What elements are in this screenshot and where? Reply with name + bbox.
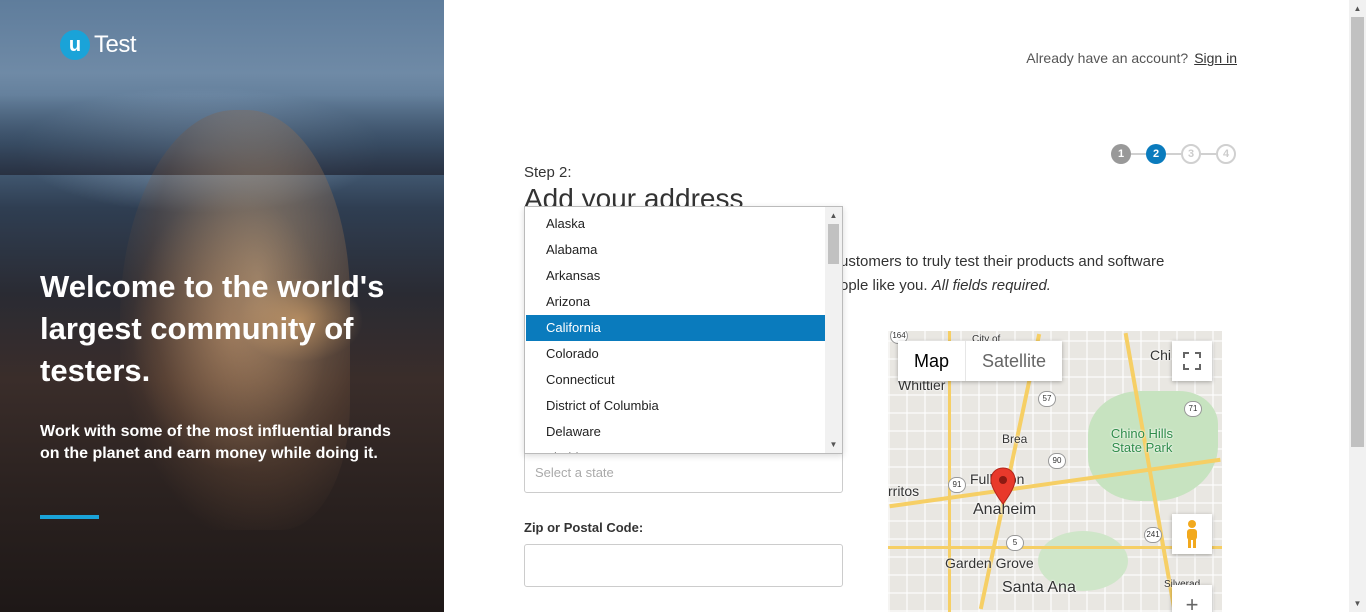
state-option[interactable]: Alaska xyxy=(526,211,826,237)
state-option[interactable]: Colorado xyxy=(526,341,826,367)
map-label-chino-hills: Chino Hills State Park xyxy=(1110,426,1174,455)
step-1: 1 xyxy=(1111,144,1131,164)
route-shield: 5 xyxy=(1006,535,1024,551)
location-pin-icon xyxy=(990,467,1016,505)
map-label-brea: Brea xyxy=(1002,432,1028,446)
utest-logo[interactable]: u Test xyxy=(60,30,137,60)
state-option[interactable]: California xyxy=(526,315,826,341)
map-type-control: Map Satellite xyxy=(898,341,1063,381)
state-option[interactable]: Florida xyxy=(526,445,826,453)
step-4: 4 xyxy=(1216,144,1236,164)
step-connector xyxy=(1131,153,1146,155)
page-scroll-down-icon[interactable]: ▼ xyxy=(1349,595,1366,612)
step-connector xyxy=(1201,153,1216,155)
fullscreen-icon[interactable] xyxy=(1172,341,1212,381)
step-2: 2 xyxy=(1146,144,1166,164)
intro-line-2-text: ople like you. xyxy=(840,277,928,294)
map-label-santa-ana: Santa Ana xyxy=(1002,579,1076,596)
signin-prompt: Already have an account? Sign in xyxy=(1026,50,1237,66)
logo-word: Test xyxy=(94,31,137,58)
state-option[interactable]: Delaware xyxy=(526,419,826,445)
map-type-map-button[interactable]: Map xyxy=(898,341,965,381)
step-label: Step 2: xyxy=(524,164,572,181)
map-label-garden-grove: Garden Grove xyxy=(945,555,1034,571)
state-option[interactable]: Connecticut xyxy=(526,367,826,393)
state-options: Alaska Alabama Arkansas Arizona California Co… xyxy=(526,211,826,453)
zoom-in-icon[interactable]: + xyxy=(1172,585,1212,612)
state-dropdown-list[interactable]: Alaska Alabama Arkansas Arizona California Co… xyxy=(524,206,843,454)
route-shield: 71 xyxy=(1184,401,1202,417)
dropdown-scrollbar[interactable]: ▲ ▼ xyxy=(825,207,842,453)
hero-accent-rule xyxy=(40,515,99,519)
signin-text: Already have an account? xyxy=(1026,50,1189,66)
state-option[interactable]: District of Columbia xyxy=(526,393,826,419)
hero-panel: u Test Welcome to the world's largest co… xyxy=(0,0,444,612)
map-label-chino: Chi xyxy=(1150,347,1172,363)
route-shield: 91 xyxy=(948,477,966,493)
route-shield: 90 xyxy=(1048,453,1066,469)
intro-required-note: All fields required. xyxy=(931,277,1051,294)
dropdown-scroll-thumb[interactable] xyxy=(828,224,839,264)
map-type-satellite-button[interactable]: Satellite xyxy=(965,341,1062,381)
hero-title: Welcome to the world's largest community… xyxy=(40,269,385,388)
map-label-cerritos: rritos xyxy=(888,483,920,499)
signin-link[interactable]: Sign in xyxy=(1194,50,1237,66)
route-shield: 57 xyxy=(1038,391,1056,407)
zip-field[interactable] xyxy=(524,544,843,587)
scroll-down-icon[interactable]: ▼ xyxy=(825,436,842,453)
route-shield: 241 xyxy=(1144,527,1162,543)
step-3: 3 xyxy=(1181,144,1201,164)
address-map[interactable]: Whittier Brea Chino Hills State Park Chi… xyxy=(888,331,1222,612)
street-view-pegman-icon[interactable] xyxy=(1172,514,1212,554)
state-option[interactable]: Arizona xyxy=(526,289,826,315)
step-indicator: 1 2 3 4 xyxy=(1111,144,1236,164)
state-select[interactable]: Select a state xyxy=(524,452,843,493)
page-scroll-up-icon[interactable]: ▲ xyxy=(1349,0,1366,17)
hero-subtitle: Work with some of the most influential b… xyxy=(40,423,391,462)
page-scroll-thumb[interactable] xyxy=(1351,17,1364,447)
page-scrollbar[interactable]: ▲ ▼ xyxy=(1349,0,1366,612)
state-option[interactable]: Arkansas xyxy=(526,263,826,289)
state-select-placeholder: Select a state xyxy=(535,465,614,480)
step-connector xyxy=(1166,153,1181,155)
state-option[interactable]: Alabama xyxy=(526,237,826,263)
zip-label: Zip or Postal Code: xyxy=(524,520,644,535)
scroll-up-icon[interactable]: ▲ xyxy=(825,207,842,224)
logo-mark: u xyxy=(60,30,90,60)
